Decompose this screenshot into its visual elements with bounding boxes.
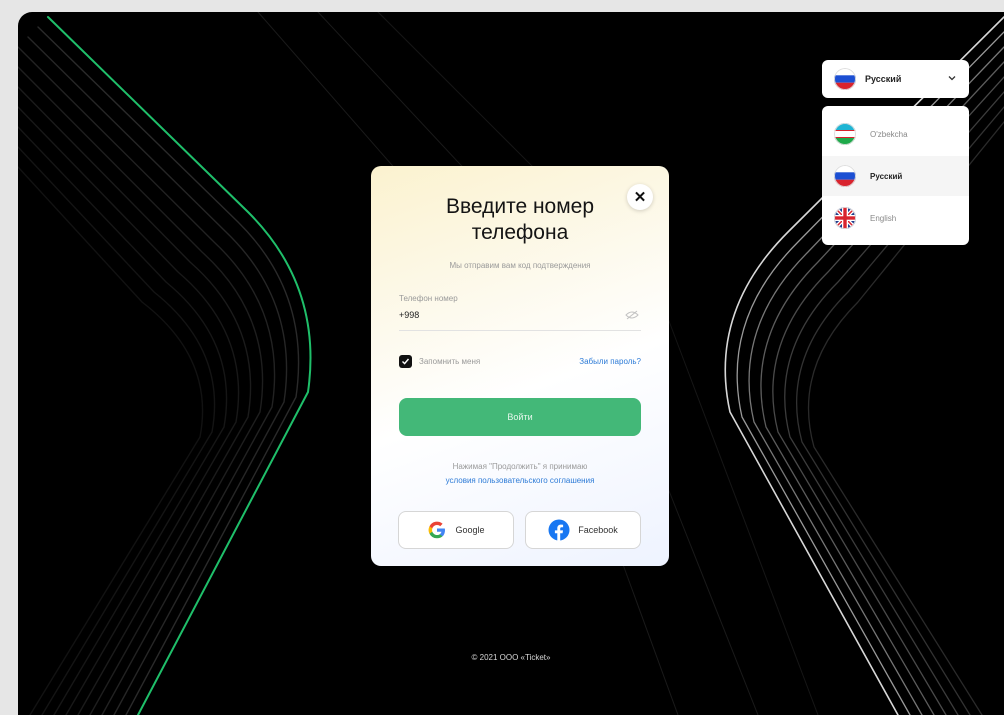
login-modal: ✕ Введите номер телефона Мы отправим вам… [371,166,669,566]
russia-flag-icon [834,165,856,187]
eye-off-icon[interactable] [625,310,639,320]
selected-language-label: Русский [865,74,902,84]
terms-link[interactable]: условия пользовательского соглашения [391,476,649,485]
check-icon [402,358,410,365]
remember-label: Запомнить меня [419,357,481,366]
russia-flag-icon [834,68,856,90]
forgot-password-link[interactable]: Забыли пароль? [579,357,641,366]
facebook-icon [548,519,570,541]
google-icon [429,521,446,539]
language-option-russian[interactable]: Русский [822,156,969,196]
google-login-button[interactable]: Google [398,511,514,549]
remember-checkbox[interactable] [399,355,412,368]
phone-underline [399,330,641,331]
language-option-uzbek[interactable]: O'zbekcha [822,114,969,154]
uzbekistan-flag-icon [834,123,856,145]
modal-subtitle: Мы отправим вам код подтверждения [449,261,591,270]
uk-flag-icon [834,207,856,229]
facebook-login-button[interactable]: Facebook [525,511,641,549]
google-label: Google [455,525,485,535]
facebook-label: Facebook [578,525,618,535]
language-option-label: Русский [870,171,903,181]
language-select[interactable]: Русский [822,60,969,98]
login-page: ✕ Введите номер телефона Мы отправим вам… [18,12,1004,715]
language-menu: O'zbekcha Русский English [822,106,969,245]
footer-copyright: © 2021 ООО «Ticket» [471,653,551,662]
modal-title: Введите номер телефона [445,195,595,244]
login-button[interactable]: Войти [399,398,641,436]
language-option-label: English [870,213,897,223]
phone-label: Телефон номер [399,294,458,303]
chevron-down-icon [948,76,956,81]
language-option-label: O'zbekcha [870,129,908,139]
language-option-english[interactable]: English [822,198,969,238]
terms-text: Нажимая "Продолжить" я принимаю [452,462,588,471]
phone-input[interactable] [399,307,609,323]
